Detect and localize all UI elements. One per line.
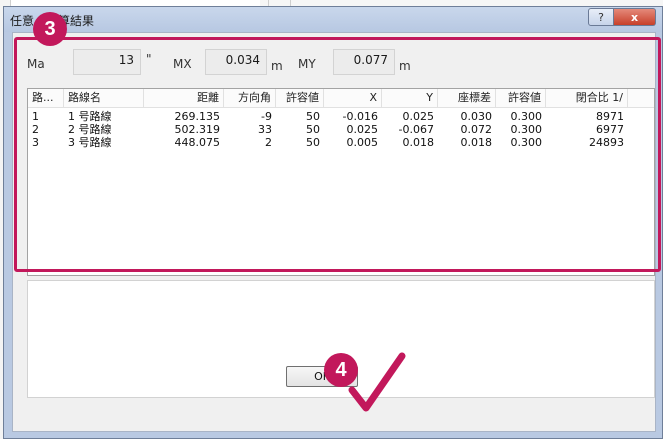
help-icon: ?: [598, 10, 604, 24]
step-3-marker: 3: [33, 12, 67, 46]
help-button[interactable]: ?: [588, 8, 614, 26]
close-icon: x: [630, 10, 639, 24]
close-button[interactable]: x: [614, 8, 656, 26]
titlebar-buttons: ? x: [588, 8, 656, 26]
step-4-number: 4: [335, 358, 347, 381]
highlight-frame: [14, 37, 661, 272]
step-3-number: 3: [44, 17, 56, 40]
checkmark-icon: [348, 352, 406, 412]
dialog-titlebar[interactable]: 任意 計算結果 ? x: [4, 7, 662, 32]
